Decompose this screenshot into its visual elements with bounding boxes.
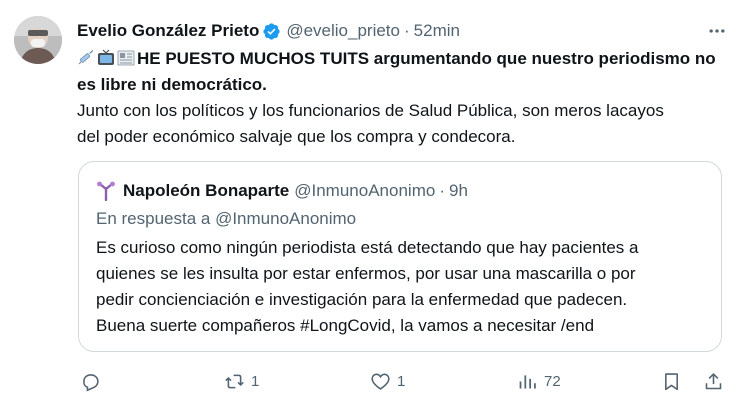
tweet-text: HE PUESTO MUCHOS TUITS argumentando que … bbox=[77, 46, 737, 150]
quoted-text-line: quienes se les insulta por estar enfermo… bbox=[96, 264, 636, 283]
quoted-tweet-timestamp: 9h bbox=[448, 181, 468, 200]
quoted-text-line: Es curioso como ningún periodista está d… bbox=[96, 238, 639, 257]
reply-button[interactable] bbox=[80, 366, 107, 396]
tweet-header: Evelio González Prieto @evelio_prieto · … bbox=[77, 20, 460, 42]
retweet-button[interactable]: 1 bbox=[224, 366, 259, 396]
quoted-author-avatar-icon bbox=[96, 181, 116, 202]
heart-icon bbox=[370, 371, 391, 392]
tweet-bold-sentence: HE PUESTO MUCHOS TUITS argumentando que … bbox=[77, 49, 716, 94]
views-chart-icon bbox=[517, 371, 538, 392]
syringe-icon bbox=[77, 49, 95, 67]
quoted-tweet[interactable]: Napoleón Bonaparte @InmunoAnonimo · 9h E… bbox=[78, 161, 722, 352]
author-handle[interactable]: @evelio_prieto bbox=[286, 21, 400, 41]
verified-badge-icon bbox=[262, 22, 281, 41]
reply-icon bbox=[80, 371, 101, 392]
tv-icon bbox=[97, 49, 115, 67]
author-name[interactable]: Evelio González Prieto bbox=[77, 21, 259, 41]
newspaper-icon bbox=[117, 49, 135, 67]
author-avatar[interactable] bbox=[14, 16, 62, 64]
bookmark-icon bbox=[661, 371, 682, 392]
tweet-bold-text: HE PUESTO MUCHOS TUITS argumentando que … bbox=[77, 46, 737, 98]
like-button[interactable]: 1 bbox=[370, 366, 405, 396]
quoted-tweet-text: Es curioso como ningún periodista está d… bbox=[96, 235, 716, 339]
views-count: 72 bbox=[544, 372, 561, 390]
quoted-reply-context: En respuesta a @InmunoAnonimo bbox=[96, 209, 357, 228]
quoted-text-line: pedir concienciación e investigación par… bbox=[96, 290, 628, 309]
share-icon bbox=[703, 371, 724, 392]
tweet-text-line-1: Junto con los políticos y los funcionari… bbox=[77, 101, 664, 120]
retweet-icon bbox=[224, 371, 245, 392]
quoted-tweet-header: Napoleón Bonaparte @InmunoAnonimo · 9h bbox=[96, 179, 468, 203]
quoted-author-handle: @InmunoAnonimo bbox=[294, 181, 436, 200]
quoted-text-line: Buena suerte compañeros #LongCovid, la v… bbox=[96, 316, 595, 335]
like-count: 1 bbox=[397, 372, 406, 390]
avatar-photo bbox=[14, 16, 62, 64]
retweet-count: 1 bbox=[251, 372, 260, 390]
views-button[interactable]: 72 bbox=[517, 366, 561, 396]
share-button[interactable] bbox=[703, 366, 724, 396]
tweet-text-line-2: del poder económico salvaje que los comp… bbox=[77, 127, 516, 146]
bookmark-button[interactable] bbox=[661, 366, 682, 396]
separator-dot: · bbox=[403, 21, 410, 40]
quoted-author-name: Napoleón Bonaparte bbox=[123, 181, 290, 200]
tweet-actions: 1 1 72 bbox=[0, 366, 748, 396]
tweet-timestamp[interactable]: 52min bbox=[414, 21, 460, 41]
more-options-icon[interactable] bbox=[706, 20, 728, 42]
quoted-separator-dot: · bbox=[439, 181, 445, 200]
